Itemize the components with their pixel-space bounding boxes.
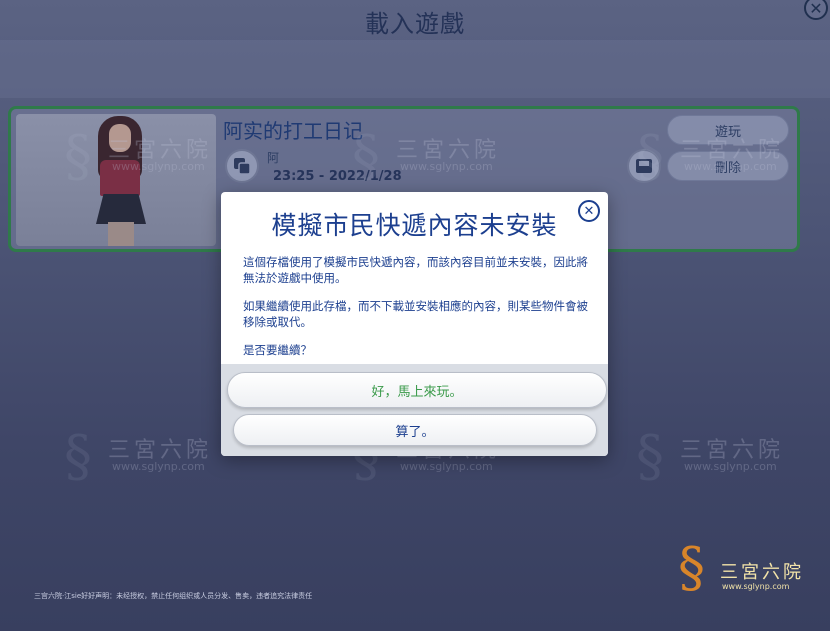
save-name: 阿实的打工日记 xyxy=(223,119,363,143)
cancel-label: 算了。 xyxy=(395,424,435,440)
watermark-url: www.sglynp.com xyxy=(112,460,205,473)
play-label: 遊玩 xyxy=(714,124,741,140)
dialog-paragraph-1: 這個存檔使用了模擬市民快遞內容，而該內容目前並未安裝，因此將無法於遊戲中使用。 xyxy=(243,255,588,285)
close-icon: ✕ xyxy=(809,0,823,18)
dragon-logo-icon: § xyxy=(678,536,705,599)
watermark-name: 三宮六院 xyxy=(680,438,785,463)
dialog-footer: 好，馬上來玩。 算了。 xyxy=(221,364,608,456)
close-icon: ✕ xyxy=(583,203,595,219)
watermark-url: www.sglynp.com xyxy=(684,460,777,473)
sim-legs xyxy=(108,222,134,246)
dragon-watermark-icon: § xyxy=(636,424,664,489)
household-name: 阿 xyxy=(267,151,280,165)
dialog-paragraph-2: 如果繼續使用此存檔，而不下載並安裝相應的內容，則某些物件會被移除或取代。 xyxy=(243,299,588,329)
save-timestamp: 23:25 - 2022/1/28 xyxy=(273,169,402,184)
confirm-play-label: 好，馬上來玩。 xyxy=(371,384,463,400)
missing-content-dialog: 模擬市民快遞內容未安裝 ✕ 這個存檔使用了模擬市民快遞內容，而該內容目前並未安裝… xyxy=(221,192,608,456)
top-band xyxy=(0,40,830,98)
sim-skirt xyxy=(96,194,146,224)
play-button[interactable]: 遊玩 xyxy=(667,115,789,145)
logo-url: www.sglynp.com xyxy=(722,582,790,591)
dialog-title: 模擬市民快遞內容未安裝 xyxy=(271,211,558,240)
watermark-url: www.sglynp.com xyxy=(400,460,493,473)
delete-button[interactable]: 刪除 xyxy=(667,151,789,181)
screen-title: 載入遊戲 xyxy=(365,10,465,38)
sim-portrait xyxy=(16,114,216,246)
watermark-name: 三宮六院 xyxy=(108,438,213,463)
dialog-body: 這個存檔使用了模擬市民快遞內容，而該內容目前並未安裝，因此將無法於遊戲中使用。 … xyxy=(243,254,589,370)
dialog-question: 是否要繼續？ xyxy=(243,343,312,357)
delete-label: 刪除 xyxy=(714,160,741,176)
copy-save-button[interactable] xyxy=(225,149,259,183)
dialog-close-button[interactable]: ✕ xyxy=(578,200,600,222)
dragon-watermark-icon: § xyxy=(64,424,92,489)
copyright-note: 三宫六院·江sie好好声明：未经授权，禁止任何组织或人员分发、售卖，违者追究法律… xyxy=(34,592,313,600)
confirm-play-button[interactable]: 好，馬上來玩。 xyxy=(227,372,607,408)
site-logo: § 三宮六院 www.sglynp.com xyxy=(678,536,808,602)
save-file-icon xyxy=(636,159,652,173)
sim-face xyxy=(109,124,131,152)
sim-top xyxy=(100,160,140,196)
cancel-button[interactable]: 算了。 xyxy=(233,414,597,446)
save-to-disk-button[interactable] xyxy=(627,149,661,183)
logo-name: 三宮六院 xyxy=(720,562,804,583)
copy-icon xyxy=(234,158,251,175)
